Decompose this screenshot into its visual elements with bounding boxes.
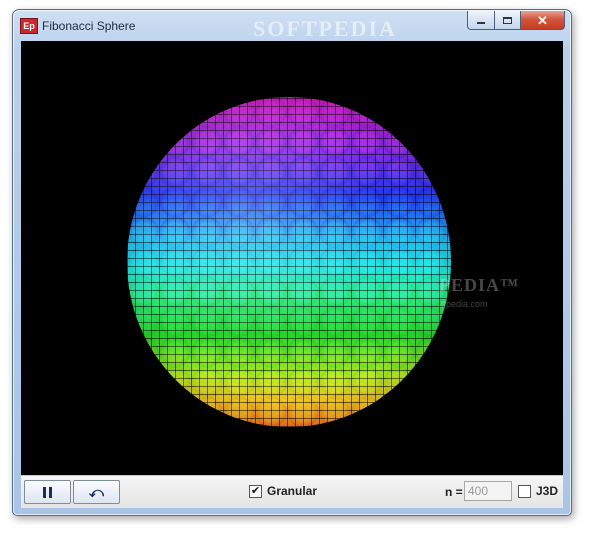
reset-button[interactable]: ⤺: [73, 480, 120, 504]
maximize-button[interactable]: [495, 11, 521, 30]
j3d-option[interactable]: J3D: [518, 484, 558, 498]
app-window: Ep Fibonacci Sphere SOFTPEDIA ✕ PEDIA™ f…: [12, 9, 572, 516]
pause-button[interactable]: [24, 480, 71, 504]
j3d-label: J3D: [536, 484, 559, 498]
granular-label: Granular: [267, 484, 318, 498]
pause-icon: [43, 486, 52, 498]
minimize-button[interactable]: [467, 11, 495, 30]
watermark-top: SOFTPEDIA: [253, 16, 397, 41]
sphere-shading: [127, 97, 451, 427]
minimize-icon: [477, 22, 485, 24]
client-area: PEDIA™ ftpedia.com ⤺ ✔ Granular n = J3D: [21, 41, 563, 508]
window-controls: ✕: [467, 11, 565, 30]
title-bar[interactable]: Ep Fibonacci Sphere SOFTPEDIA ✕: [13, 10, 571, 42]
granular-checkbox[interactable]: ✔: [249, 484, 262, 498]
app-icon[interactable]: Ep: [20, 18, 38, 34]
n-label: n =: [445, 485, 463, 499]
close-icon: ✕: [537, 12, 548, 28]
render-canvas[interactable]: PEDIA™ ftpedia.com: [21, 41, 563, 475]
watermark-middle: PEDIA™: [439, 275, 520, 295]
j3d-checkbox[interactable]: [518, 484, 531, 498]
n-input[interactable]: [464, 481, 512, 501]
control-bar: ⤺ ✔ Granular n = J3D: [21, 475, 563, 508]
watermark-url: ftpedia.com: [441, 299, 488, 309]
granular-option[interactable]: ✔ Granular: [249, 484, 317, 498]
undo-arrow-icon: ⤺: [89, 483, 104, 500]
window-title: Fibonacci Sphere: [42, 19, 136, 33]
maximize-icon: [503, 16, 512, 24]
close-button[interactable]: ✕: [521, 11, 565, 30]
